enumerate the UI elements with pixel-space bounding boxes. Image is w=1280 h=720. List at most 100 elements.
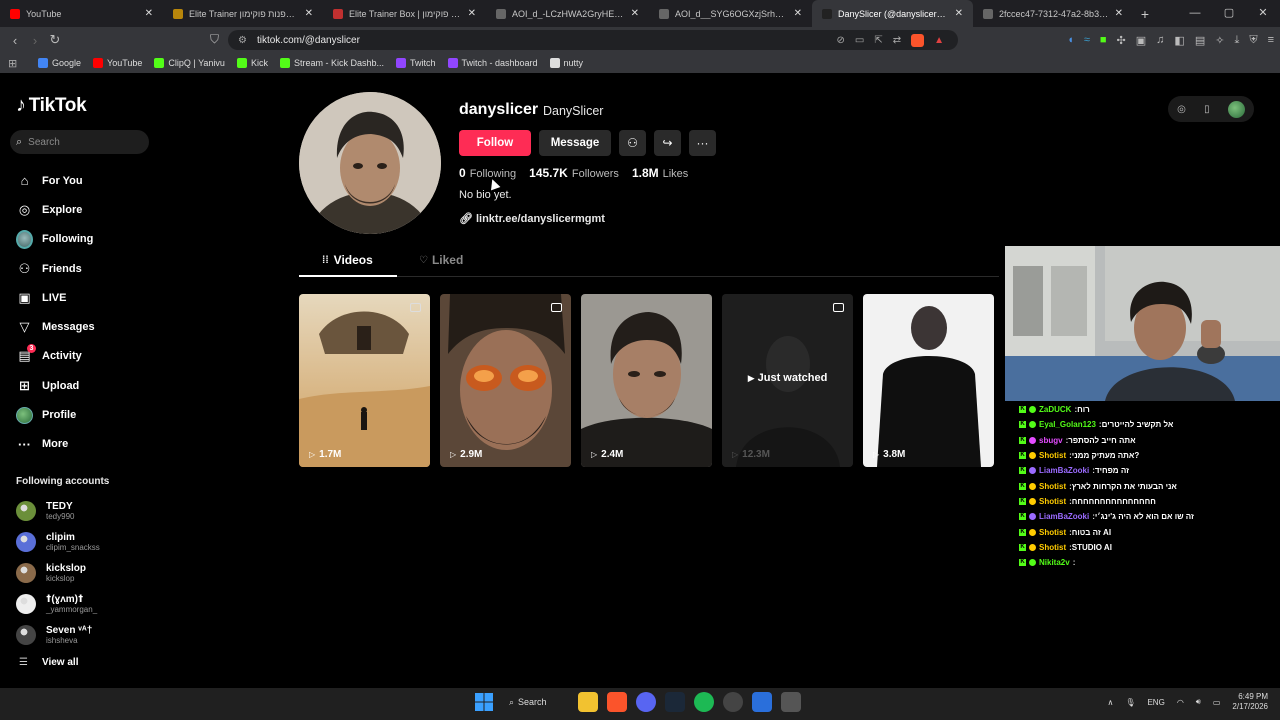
browser-tab[interactable]: YouTube ✕: [0, 0, 163, 27]
reload-icon[interactable]: ↻: [45, 32, 65, 48]
screen-icon[interactable]: ▭: [855, 35, 864, 46]
forward-icon[interactable]: ›: [25, 33, 45, 48]
minimize-button[interactable]: —: [1178, 0, 1212, 27]
sidebar-item-explore[interactable]: ◎ Explore: [16, 195, 95, 224]
puzzle-icon[interactable]: ✣: [1117, 34, 1126, 47]
search-input[interactable]: ⌕ Search: [10, 130, 149, 154]
following-account[interactable]: TEDY tedy990: [16, 496, 100, 527]
sidebar-item-live[interactable]: ▣ LIVE: [16, 283, 95, 312]
compass-icon[interactable]: ◎: [1177, 104, 1186, 115]
browser-tab[interactable]: Elite Trainer קלפי אספנות פוקימון✕: [163, 0, 323, 27]
browser-tab[interactable]: AOI_d__SYG6OGXzjSrhBb8DGAlmoA✕: [649, 0, 812, 27]
bookmark-item[interactable]: nutty: [549, 58, 583, 68]
wifi-icon[interactable]: ◠: [1177, 698, 1184, 707]
brave-rewards-icon[interactable]: ▲: [934, 35, 944, 46]
file-explorer-icon[interactable]: [578, 692, 598, 712]
bookmark-item[interactable]: Twitch: [395, 58, 436, 68]
bookmark-item[interactable]: YouTube: [93, 58, 142, 68]
share-icon[interactable]: ⇱: [874, 35, 882, 46]
following-account[interactable]: ꝉ(ɣʌm)ꝉ _yammorgan_: [16, 588, 100, 619]
browser-tab[interactable]: AOI_d_-LCzHWA2GryHEQ3NQeNiF1e✕: [486, 0, 649, 27]
bookmark-item[interactable]: ClipQ | Yanivu: [154, 58, 225, 68]
app-icon[interactable]: [781, 692, 801, 712]
clock[interactable]: 6:49 PM 2/17/2026: [1232, 692, 1268, 712]
apps-grid-icon[interactable]: ⊞: [8, 57, 22, 70]
extension-icon[interactable]: ▣: [1136, 34, 1146, 47]
playlist-icon[interactable]: ♫: [1156, 34, 1164, 46]
video-thumbnail[interactable]: ▷ 2.9M: [440, 294, 571, 467]
url-field[interactable]: ⚙ tiktok.com/@danyslicer ⊘ ▭ ⇱ ⇄ ▲: [228, 30, 958, 50]
more-options-button[interactable]: ···: [689, 130, 716, 156]
obs-icon[interactable]: [723, 692, 743, 712]
tiktok-logo[interactable]: ♪ TikTok: [16, 94, 87, 117]
taskbar-search[interactable]: ⌕ Search: [509, 697, 569, 708]
sidebar-toggle-icon[interactable]: ◧: [1174, 34, 1184, 47]
bookmark-item[interactable]: Kick: [236, 58, 268, 68]
tab-videos[interactable]: ⁞⁞ Videos: [322, 253, 373, 267]
bookmark-item[interactable]: Google: [38, 58, 81, 68]
followers-stat[interactable]: 145.7K Followers: [529, 166, 619, 180]
bookmark-item[interactable]: Twitch - dashboard: [447, 58, 538, 68]
browser-tab[interactable]: DanySlicer (@danyslicer) | TikTok✕: [812, 0, 973, 27]
video-thumbnail[interactable]: ▷ 1.7M: [299, 294, 430, 467]
video-thumbnail[interactable]: ▶ Just watched ▷ 12.3M: [722, 294, 853, 467]
extension-icon[interactable]: ■: [1100, 34, 1107, 46]
new-tab-button[interactable]: +: [1133, 6, 1157, 22]
account-avatar[interactable]: [1227, 100, 1245, 118]
profile-avatar[interactable]: [299, 92, 441, 234]
share-button[interactable]: ↪: [654, 130, 681, 156]
close-window-button[interactable]: ✕: [1246, 0, 1280, 27]
vpn-icon[interactable]: ⛨: [1249, 34, 1257, 47]
bookmark-icon[interactable]: ⛉: [210, 32, 219, 47]
language-indicator[interactable]: ENG: [1147, 698, 1164, 707]
tray-overflow-icon[interactable]: ∧: [1107, 698, 1113, 707]
volume-icon[interactable]: 🔊︎: [1196, 697, 1201, 707]
sidebar-item-more[interactable]: ··· More: [16, 430, 95, 459]
sidebar-item-profile[interactable]: Profile: [16, 400, 95, 429]
spotify-icon[interactable]: [694, 692, 714, 712]
discord-icon[interactable]: [636, 692, 656, 712]
video-thumbnail[interactable]: ▷ 3.8M: [863, 294, 994, 467]
sidebar-item-messages[interactable]: ▽ Messages: [16, 312, 95, 341]
extension-icon[interactable]: ◖: [1067, 34, 1074, 46]
download-icon[interactable]: ⤓: [1234, 34, 1239, 47]
following-account[interactable]: kickslop kickslop: [16, 558, 100, 589]
ai-icon[interactable]: ✧: [1215, 34, 1224, 47]
sidebar-item-friends[interactable]: ⚇ Friends: [16, 254, 95, 283]
video-thumbnail[interactable]: ▷ 2.4M: [581, 294, 712, 467]
tab-close-icon[interactable]: ✕: [462, 8, 476, 19]
battery-icon[interactable]: ▭: [1213, 698, 1221, 707]
brave-browser-icon[interactable]: [607, 692, 627, 712]
extension-icon[interactable]: ≈: [1084, 34, 1090, 46]
tab-close-icon[interactable]: ✕: [1109, 8, 1123, 19]
tab-close-icon[interactable]: ✕: [139, 8, 153, 19]
sidebar-item-activity[interactable]: ▤ 3 Activity: [16, 342, 95, 371]
bookmark-item[interactable]: Stream - Kick Dashb...: [279, 58, 384, 68]
following-account[interactable]: clipim clipim_snackss: [16, 527, 100, 558]
translate-icon[interactable]: ⇄: [893, 35, 901, 46]
browser-tab[interactable]: 2fccec47-7312-47a2-8b38-e2ace97f✕: [973, 0, 1133, 27]
sidebar-item-following[interactable]: Following: [16, 225, 95, 254]
mute-icon[interactable]: ⊘: [836, 35, 844, 46]
following-account[interactable]: Seven ᵛᴬ† ishsheva: [16, 619, 100, 650]
tab-close-icon[interactable]: ✕: [625, 8, 639, 19]
app-icon[interactable]: [752, 692, 772, 712]
profile-link[interactable]: 🔗︎ linktr.ee/danyslicermgmt: [459, 212, 605, 225]
tab-close-icon[interactable]: ✕: [299, 8, 313, 19]
site-info-icon[interactable]: ⚙: [238, 35, 247, 46]
message-button[interactable]: Message: [539, 130, 611, 156]
device-icon[interactable]: ▯: [1204, 104, 1210, 115]
following-stat[interactable]: 0 Following: [459, 166, 516, 180]
view-all-button[interactable]: ☰ View all: [19, 657, 78, 668]
sidebar-item-for-you[interactable]: ⌂ For You: [16, 166, 95, 195]
sidebar-item-upload[interactable]: ⊞ Upload: [16, 371, 95, 400]
browser-tab[interactable]: Elite Trainer Box | מארז קלפי פוקימון✕: [323, 0, 486, 27]
back-icon[interactable]: ‹: [5, 33, 25, 48]
maximize-button[interactable]: ▢: [1212, 0, 1246, 27]
tab-close-icon[interactable]: ✕: [788, 8, 802, 19]
add-friend-button[interactable]: ⚇: [619, 130, 646, 156]
steam-icon[interactable]: [665, 692, 685, 712]
menu-icon[interactable]: ≡: [1268, 34, 1274, 46]
follow-button[interactable]: Follow: [459, 130, 531, 156]
tab-close-icon[interactable]: ✕: [949, 8, 963, 19]
